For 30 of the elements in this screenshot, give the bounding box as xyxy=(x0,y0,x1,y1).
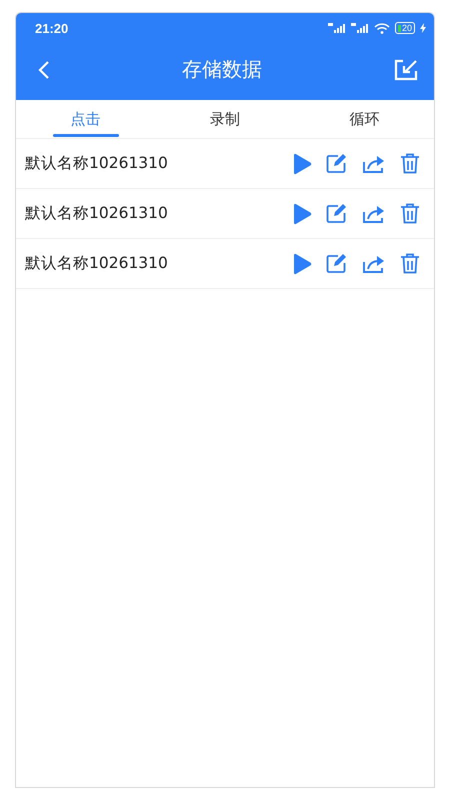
play-icon xyxy=(292,252,312,274)
tab[interactable]: 循环 xyxy=(294,100,434,138)
delete-button[interactable] xyxy=(398,251,422,276)
delete-button[interactable] xyxy=(398,201,422,226)
play-icon xyxy=(292,202,312,224)
battery-indicator: 20 xyxy=(394,22,415,34)
page-title: 存储数据 xyxy=(182,56,262,83)
delete-button[interactable] xyxy=(398,151,422,176)
edit-icon xyxy=(326,203,348,224)
share-icon xyxy=(362,204,386,224)
tab[interactable]: 录制 xyxy=(155,100,295,138)
signal-icon xyxy=(328,23,346,33)
play-icon xyxy=(292,152,312,174)
record-name: 默认名称10261310 xyxy=(25,253,168,274)
back-icon xyxy=(38,60,50,80)
wifi-icon xyxy=(374,22,390,34)
charging-icon xyxy=(420,23,426,33)
trash-icon xyxy=(400,253,420,274)
tab[interactable]: 点击 xyxy=(16,100,156,138)
edit-icon xyxy=(326,153,348,174)
import-icon xyxy=(394,58,418,80)
trash-icon xyxy=(400,153,420,174)
edit-icon xyxy=(326,253,348,274)
status-time: 21:20 xyxy=(35,20,68,36)
signal-icon xyxy=(350,23,369,33)
share-icon xyxy=(362,154,386,174)
record-name: 默认名称10261310 xyxy=(25,153,168,174)
record-name: 默认名称10261310 xyxy=(25,203,168,224)
share-icon xyxy=(362,254,386,274)
trash-icon xyxy=(400,203,420,224)
